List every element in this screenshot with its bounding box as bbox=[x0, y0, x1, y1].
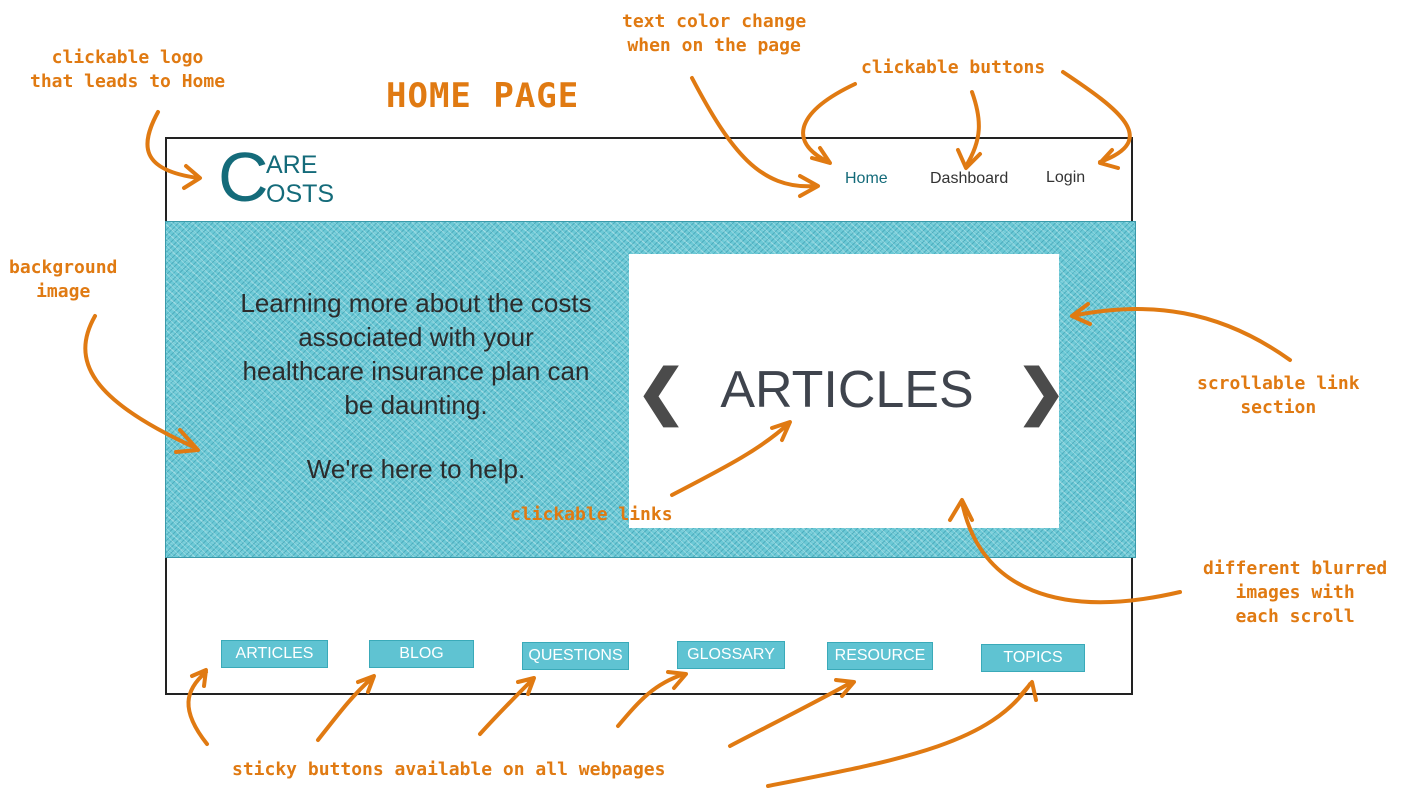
arrow-buttons-login bbox=[1061, 70, 1132, 170]
arrow-links bbox=[670, 420, 792, 497]
arrow-buttons-dashboard bbox=[956, 90, 982, 170]
arrow-sticky-resource bbox=[728, 678, 856, 748]
arrow-sticky-blog bbox=[316, 674, 376, 742]
arrow-text-color bbox=[690, 76, 820, 198]
arrow-scroll bbox=[1070, 302, 1292, 362]
arrow-sticky-questions bbox=[478, 676, 536, 736]
annotation-arrows bbox=[83, 70, 1292, 788]
arrow-sticky-articles bbox=[186, 668, 209, 746]
arrow-blurred bbox=[948, 498, 1182, 605]
arrow-sticky-topics bbox=[766, 680, 1038, 788]
arrow-buttons-home bbox=[801, 82, 857, 165]
arrow-background bbox=[83, 314, 200, 454]
arrow-logo bbox=[145, 110, 202, 190]
arrow-sticky-glossary bbox=[616, 670, 688, 728]
